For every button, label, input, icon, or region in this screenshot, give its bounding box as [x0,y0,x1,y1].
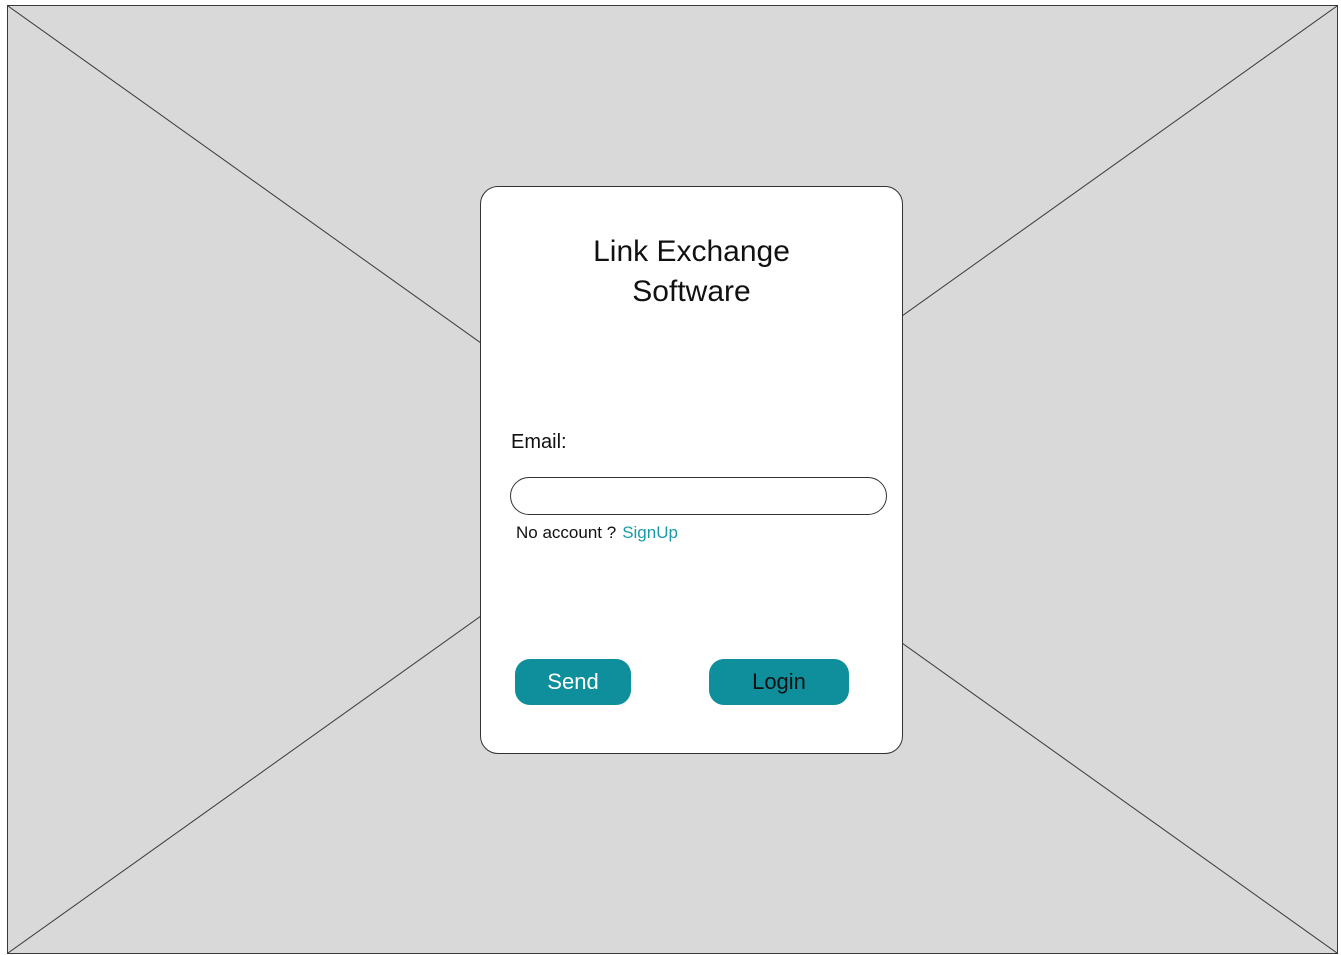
login-button[interactable]: Login [709,659,849,705]
signup-prompt: No account ? SignUp [516,522,678,544]
login-card: Link Exchange Software Email: No account… [480,186,903,754]
no-account-text: No account ? [516,523,617,542]
email-label: Email: [511,431,567,453]
send-button[interactable]: Send [515,659,631,705]
app-title: Link Exchange Software [593,235,790,308]
wireframe-canvas: Link Exchange Software Email: No account… [0,0,1341,955]
signup-link[interactable]: SignUp [622,523,678,542]
email-field[interactable] [510,477,887,515]
